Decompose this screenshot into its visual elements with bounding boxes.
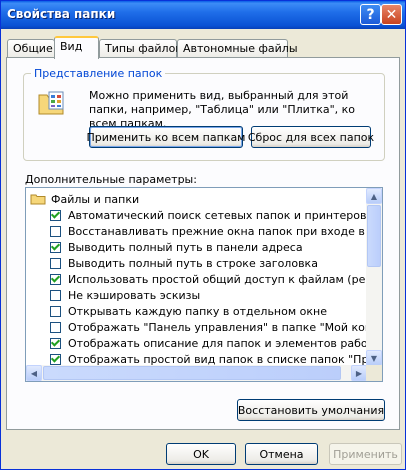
option-checkbox[interactable] [50, 353, 61, 365]
advanced-option-item[interactable]: Использовать простой общий доступ к файл… [50, 271, 383, 287]
option-checkbox[interactable] [50, 209, 61, 221]
advanced-option-item[interactable]: Выводить полный путь в панели адреса [50, 239, 303, 255]
close-button[interactable]: ✕ [381, 4, 402, 25]
option-label: Отображать "Панель управления" в папке "… [68, 320, 383, 334]
option-label: Не кэшировать эскизы [68, 288, 201, 302]
folder-view-group-label: Представление папок [31, 67, 166, 80]
title-bar[interactable]: Свойства папки ? ✕ [1, 1, 405, 29]
window-title: Свойства папки [7, 7, 116, 21]
option-checkbox[interactable] [50, 321, 61, 333]
arrow-left-icon: ◀ [30, 368, 38, 378]
option-label: Восстанавливать прежние окна папок при в… [68, 224, 383, 238]
option-checkbox[interactable] [50, 305, 61, 317]
cancel-button[interactable]: Отмена [245, 443, 318, 465]
ok-button[interactable]: OK [166, 443, 236, 465]
horizontal-scrollbar[interactable]: ◀ ▶ [26, 365, 367, 381]
advanced-settings-list[interactable]: Файлы и папки Автоматический поиск сетев… [25, 187, 383, 382]
folder-icon [30, 194, 46, 205]
option-label: Автоматический поиск сетевых папок и при… [68, 208, 367, 222]
arrow-down-icon: ▼ [370, 353, 378, 363]
option-checkbox[interactable] [50, 225, 61, 237]
vertical-scroll-thumb[interactable] [367, 205, 381, 267]
tab-general[interactable]: Общие [7, 39, 55, 58]
advanced-option-item[interactable]: Открывать каждую папку в отдельном окне [50, 303, 327, 319]
arrow-right-icon: ▶ [355, 368, 363, 378]
advanced-option-item[interactable]: Отображать "Панель управления" в папке "… [50, 319, 383, 335]
restore-defaults-button[interactable]: Восстановить умолчания [237, 399, 385, 421]
advanced-option-item[interactable]: Не кэшировать эскизы [50, 287, 200, 303]
advanced-option-item[interactable]: Отображать описание для папок и элементо… [50, 335, 383, 351]
apply-button[interactable]: Применить [329, 443, 402, 465]
help-button[interactable]: ? [360, 4, 381, 25]
option-label: Отображать описание для папок и элементо… [68, 336, 383, 350]
option-checkbox[interactable] [50, 289, 61, 301]
tab-view[interactable]: Вид [54, 36, 99, 59]
option-label: Открывать каждую папку в отдельном окне [68, 304, 327, 318]
vertical-scrollbar[interactable]: ▲ ▼ [366, 188, 382, 366]
scrollbar-corner [366, 365, 382, 381]
scroll-left-button[interactable]: ◀ [26, 365, 42, 381]
option-label: Использовать простой общий доступ к файл… [68, 272, 383, 286]
tree-root-label: Файлы и папки [51, 192, 140, 206]
option-checkbox[interactable] [50, 337, 61, 349]
tab-file-types[interactable]: Типы файлов [99, 39, 182, 58]
scroll-right-button[interactable]: ▶ [351, 365, 367, 381]
advanced-option-item[interactable]: Автоматический поиск сетевых папок и при… [50, 207, 366, 223]
horizontal-scroll-thumb[interactable] [43, 366, 341, 380]
scroll-up-button[interactable]: ▲ [366, 188, 382, 204]
advanced-option-item[interactable]: Восстанавливать прежние окна папок при в… [50, 223, 383, 239]
folder-view-description: Можно применить вид, выбранный для этой … [89, 89, 356, 130]
close-icon: ✕ [385, 6, 398, 23]
tab-offline-files[interactable]: Автономные файлы [177, 39, 298, 58]
option-checkbox[interactable] [50, 257, 61, 269]
scroll-down-button[interactable]: ▼ [366, 350, 382, 366]
option-label: Отображать простой вид папок в списке па… [68, 352, 383, 366]
folder-view-icon [38, 91, 64, 115]
folder-options-dialog: Свойства папки ? ✕ Общие Вид Типы файлов… [0, 0, 406, 470]
option-checkbox[interactable] [50, 241, 61, 253]
tree-root-files-folders: Файлы и папки [30, 191, 139, 207]
option-label: Выводить полный путь в панели адреса [68, 240, 303, 254]
apply-to-all-folders-button[interactable]: Применить ко всем папкам [87, 126, 245, 148]
option-label: Выводить полный путь в строке заголовка [68, 256, 318, 270]
question-icon: ? [366, 6, 375, 23]
advanced-settings-label: Дополнительные параметры: [25, 173, 197, 186]
option-checkbox[interactable] [50, 273, 61, 285]
arrow-up-icon: ▲ [370, 191, 378, 201]
reset-all-folders-button[interactable]: Сброс для всех папок [248, 126, 374, 148]
advanced-option-item[interactable]: Выводить полный путь в строке заголовка [50, 255, 318, 271]
